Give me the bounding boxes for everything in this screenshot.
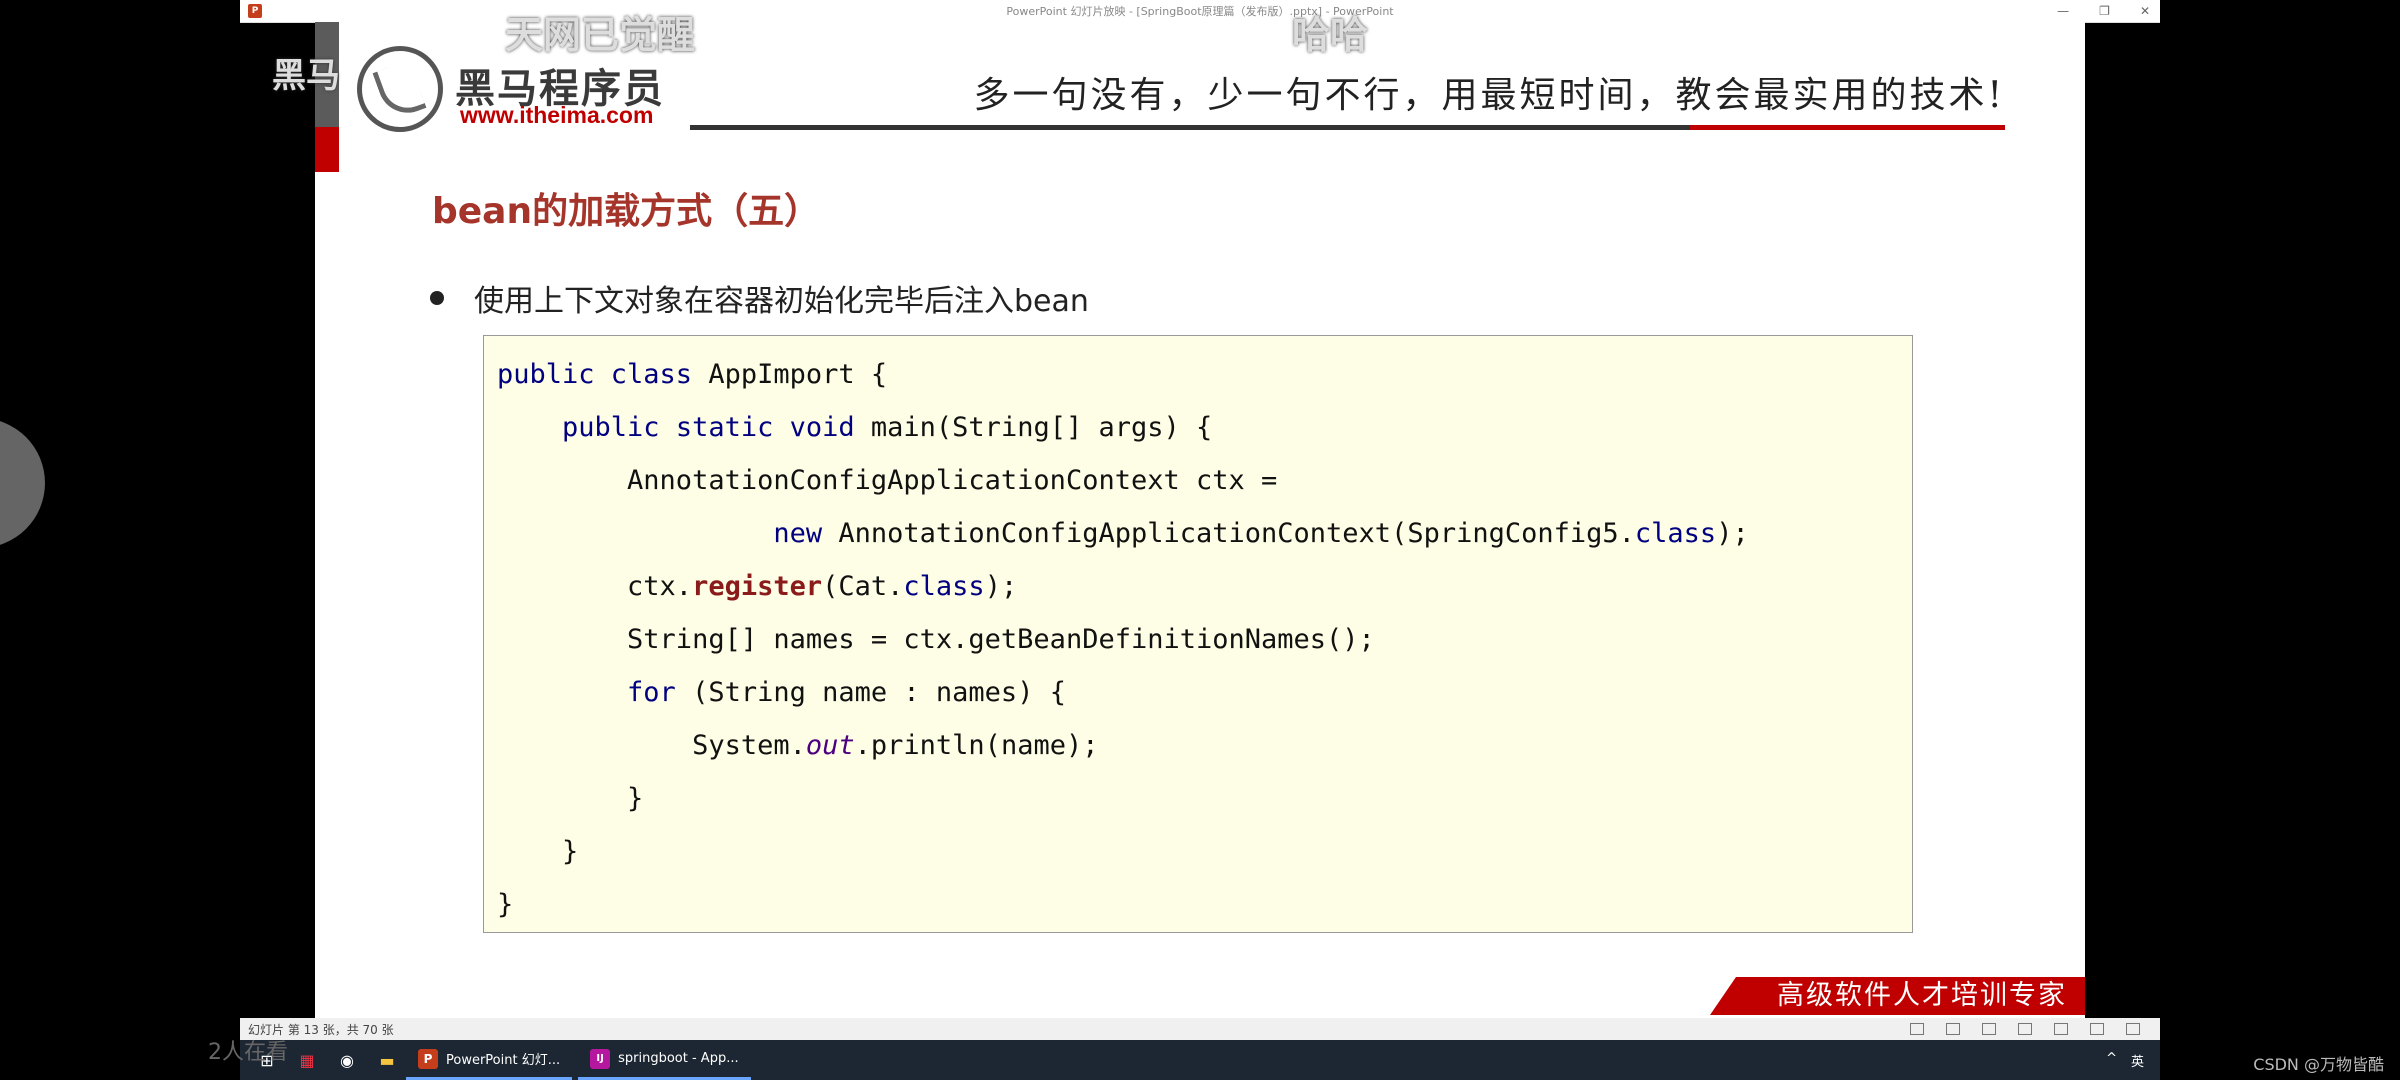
code-method-highlight: register bbox=[692, 571, 823, 602]
code-keyword: for bbox=[627, 677, 676, 708]
bullet-item: 使用上下文对象在容器初始化完毕后注入bean bbox=[430, 276, 1089, 320]
code-line: for (String name : names) { bbox=[497, 666, 1912, 719]
code-text: (Cat. bbox=[822, 571, 904, 602]
intellij-icon: IJ bbox=[590, 1048, 611, 1069]
code-keyword: class bbox=[1634, 518, 1717, 549]
normal-view-icon[interactable] bbox=[2018, 1023, 2032, 1035]
slide-title: bean的加载方式（五） bbox=[432, 191, 821, 232]
code-text: ctx. bbox=[497, 571, 693, 602]
slideshow-icon[interactable] bbox=[2126, 1023, 2140, 1035]
code-line: } bbox=[497, 783, 644, 814]
code-text: .println(name); bbox=[854, 730, 1099, 761]
itheima-logo-icon bbox=[357, 46, 443, 132]
header-divider-accent bbox=[1690, 125, 2005, 130]
maximize-button[interactable]: ❐ bbox=[2099, 4, 2110, 18]
floating-button[interactable] bbox=[0, 418, 45, 548]
bullet-text: 使用上下文对象在容器初始化完毕后注入bean bbox=[474, 284, 1089, 319]
code-static-field: out bbox=[805, 730, 855, 761]
logo-url: www.itheima.com bbox=[460, 102, 654, 128]
code-text: AnnotationConfigApplicationContext(Sprin… bbox=[822, 518, 1635, 549]
left-accent-red bbox=[315, 127, 339, 172]
pause-icon[interactable] bbox=[1946, 1023, 1960, 1035]
chrome-icon[interactable]: ◉ bbox=[334, 1047, 360, 1073]
code-keyword: new bbox=[773, 518, 823, 549]
code-line: new AnnotationConfigApplicationContext(S… bbox=[497, 507, 1912, 560]
window-controls: — ❐ ✕ bbox=[2057, 0, 2150, 22]
slide-sorter-icon[interactable] bbox=[2054, 1023, 2068, 1035]
status-bar: 幻灯片 第 13 张，共 70 张 bbox=[240, 1018, 2160, 1040]
minimize-button[interactable]: — bbox=[2057, 4, 2069, 18]
code-block: public class AppImport { public static v… bbox=[483, 335, 1913, 933]
code-keyword: public static void bbox=[562, 412, 855, 443]
slide[interactable]: 黑马程序员 www.itheima.com 多一句没有，少一句不行，用最短时间，… bbox=[315, 22, 2085, 1022]
code-line: public class AppImport { bbox=[497, 348, 1912, 401]
header-divider bbox=[690, 125, 1690, 130]
slogan: 多一句没有，少一句不行，用最短时间，教会最实用的技术! bbox=[973, 75, 2005, 116]
powerpoint-icon: P bbox=[418, 1048, 438, 1069]
prev-slide-icon[interactable] bbox=[1910, 1023, 1924, 1035]
taskbar-app-intellij[interactable]: IJ springboot - App... bbox=[578, 1040, 751, 1080]
code-text: System. bbox=[497, 730, 806, 761]
bullet-dot-icon bbox=[430, 291, 444, 305]
code-line: String[] names = ctx.getBeanDefinitionNa… bbox=[497, 624, 1375, 655]
view-controls bbox=[1910, 1023, 2140, 1035]
code-text: ); bbox=[1716, 518, 1749, 549]
app-grid-icon[interactable]: ▦ bbox=[294, 1047, 320, 1073]
code-line: AnnotationConfigApplicationContext ctx = bbox=[497, 465, 1278, 496]
code-line: ctx.register(Cat.class); bbox=[497, 560, 1912, 613]
footer-banner: 高级软件人才培训专家 bbox=[1710, 977, 2085, 1015]
csdn-watermark: CSDN @万物皆酷 bbox=[2253, 1055, 2384, 1074]
close-button[interactable]: ✕ bbox=[2140, 4, 2150, 18]
chevron-up-icon[interactable]: ^ bbox=[2106, 1051, 2117, 1070]
system-tray: ^ 英 bbox=[2106, 1051, 2144, 1070]
next-slide-icon[interactable] bbox=[1982, 1023, 1996, 1035]
code-text: main(String[] args) { bbox=[854, 412, 1213, 443]
watermark-overlay: 黑马 bbox=[272, 56, 340, 96]
file-explorer-icon[interactable]: ▬ bbox=[374, 1047, 400, 1073]
code-text: ); bbox=[984, 571, 1018, 602]
reading-view-icon[interactable] bbox=[2090, 1023, 2104, 1035]
code-line: System.out.println(name); bbox=[497, 719, 1912, 772]
danmaku-comment: 天网已觉醒 bbox=[505, 13, 696, 57]
taskbar-app-powerpoint[interactable]: P PowerPoint 幻灯... bbox=[406, 1040, 573, 1080]
code-line: } bbox=[497, 889, 514, 920]
code-text: (String name : names) { bbox=[675, 677, 1066, 708]
code-keyword: public class bbox=[497, 359, 693, 390]
taskbar-app-label: springboot - App... bbox=[618, 1051, 739, 1066]
input-language[interactable]: 英 bbox=[2131, 1051, 2144, 1070]
code-keyword: class bbox=[903, 571, 985, 602]
code-text: AppImport { bbox=[692, 359, 888, 390]
viewer-count: 2人在看 bbox=[208, 1040, 288, 1065]
taskbar-app-label: PowerPoint 幻灯... bbox=[446, 1053, 561, 1068]
code-line: public static void main(String[] args) { bbox=[497, 401, 1912, 454]
danmaku-comment: 哈哈 bbox=[1292, 13, 1369, 57]
code-line: } bbox=[497, 836, 579, 867]
taskbar: ⊞ ▦ ◉ ▬ P PowerPoint 幻灯... IJ springboot… bbox=[240, 1040, 2160, 1080]
